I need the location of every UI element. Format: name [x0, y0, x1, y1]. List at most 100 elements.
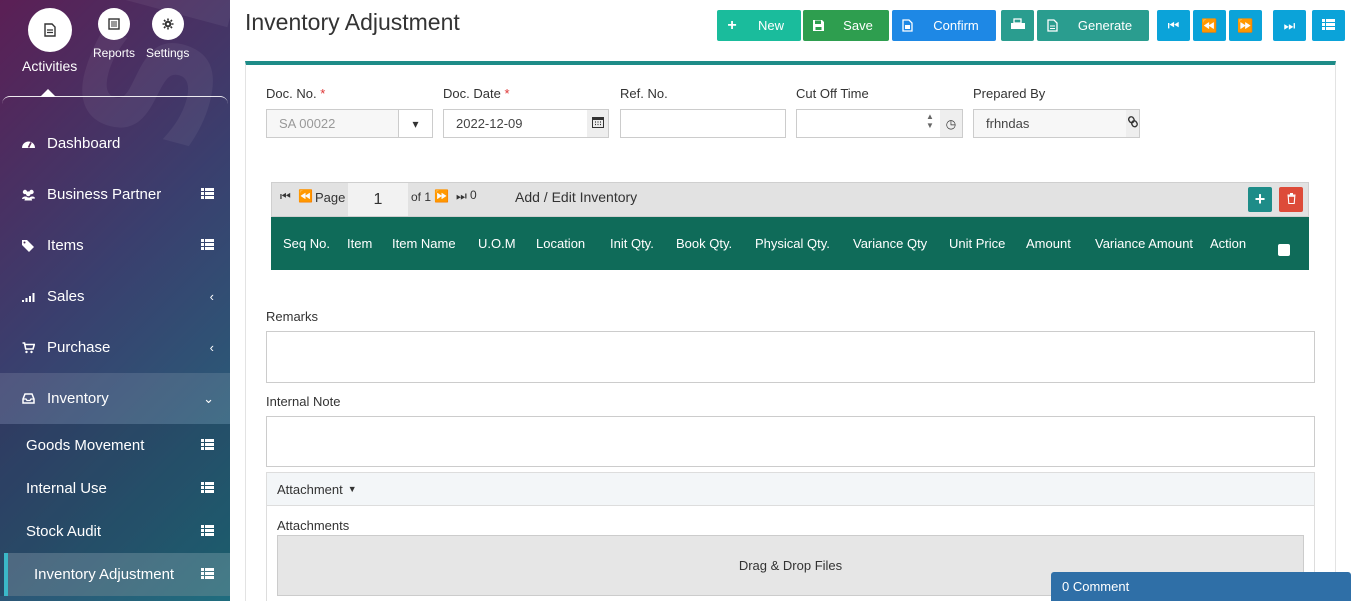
sidebar-item-internal-use[interactable]: Internal Use [0, 467, 230, 510]
tab-activities[interactable]: Activities [22, 8, 77, 74]
tab-reports-label: Reports [93, 46, 136, 60]
forward-icon: ⏩ [1237, 17, 1254, 33]
col-location[interactable]: Location [536, 236, 585, 251]
sidebar-item-label: Inventory [47, 390, 109, 407]
new-button[interactable]: + New [717, 10, 801, 41]
backward-icon: ⏪ [1201, 17, 1218, 33]
col-action[interactable]: Action [1210, 236, 1246, 251]
clock-button[interactable]: ◷ [940, 109, 963, 138]
record-count: 0 [470, 188, 477, 202]
col-item[interactable]: Item [347, 236, 372, 251]
sidebar-item-goods-movement[interactable]: Goods Movement [0, 424, 230, 467]
prepared-by-field[interactable]: frhndas [973, 109, 1127, 138]
list-icon [201, 480, 214, 497]
list-view-button[interactable] [1312, 10, 1345, 41]
col-item-name[interactable]: Item Name [392, 236, 456, 251]
spinner-down-icon: ▼ [926, 121, 934, 130]
doc-no-field[interactable]: SA 00022 [266, 109, 399, 138]
plus-icon: + [1254, 189, 1266, 209]
inbox-icon [20, 393, 36, 404]
internal-note-textarea[interactable] [266, 416, 1315, 467]
sidebar-item-label: Business Partner [47, 186, 162, 203]
divider [2, 96, 228, 104]
print-icon [1010, 18, 1026, 33]
inventory-submenu: Goods Movement Internal Use Stock Audit … [0, 424, 230, 596]
prepared-by-label: Prepared By [973, 86, 1046, 101]
page-label: Page [315, 190, 346, 205]
page-number-input[interactable]: 1 [348, 183, 408, 216]
cut-off-time-label: Cut Off Time [796, 86, 869, 101]
col-variance-amount[interactable]: Variance Amount [1095, 236, 1193, 251]
cut-off-time-field[interactable] [796, 109, 941, 138]
sidebar-item-label: Goods Movement [26, 437, 145, 454]
col-amount[interactable]: Amount [1026, 236, 1071, 251]
sidebar-item-label: Items [47, 237, 84, 254]
clock-icon: ◷ [945, 116, 957, 131]
doc-date-label: Doc. Date * [443, 86, 510, 101]
generate-button[interactable]: Generate [1037, 10, 1149, 41]
sidebar-item-business-partner[interactable]: Business Partner [0, 169, 230, 220]
tab-reports[interactable]: Reports [93, 8, 135, 60]
doc-no-dropdown[interactable]: ▾ [398, 109, 433, 138]
col-init-qty[interactable]: Init Qty. [610, 236, 654, 251]
col-uom[interactable]: U.O.M [478, 236, 516, 251]
grid-title: Add / Edit Inventory [515, 189, 638, 205]
confirm-button[interactable]: Confirm [892, 10, 996, 41]
file-text-icon [1037, 10, 1067, 41]
add-row-button[interactable]: + [1248, 187, 1272, 212]
last-page-icon[interactable]: ⏭ [456, 189, 467, 204]
file-check-icon [892, 10, 922, 41]
col-seq-no[interactable]: Seq No. [283, 236, 330, 251]
next-page-icon[interactable]: ⏩ [434, 189, 449, 203]
save-button[interactable]: Save [803, 10, 889, 41]
first-page-icon[interactable]: ⏮ [280, 189, 291, 204]
attachment-header-label: Attachment [277, 481, 343, 497]
doc-no-label: Doc. No. * [266, 86, 326, 101]
attachment-toggle[interactable]: Attachment ▼ [267, 473, 1314, 506]
sidebar-item-purchase[interactable]: Purchase ‹ [0, 322, 230, 373]
main-content: Inventory Adjustment + New Save Confirm … [230, 0, 1355, 601]
list-icon [1322, 18, 1335, 33]
spinner-up-icon: ▲ [926, 112, 934, 121]
chevron-left-icon: ‹ [209, 340, 214, 355]
print-button[interactable] [1001, 10, 1034, 41]
confirm-button-label: Confirm [933, 18, 979, 33]
ref-no-field[interactable] [620, 109, 786, 138]
col-physical-qty[interactable]: Physical Qty. [755, 236, 830, 251]
sidebar-item-stock-audit[interactable]: Stock Audit [0, 510, 230, 553]
sidebar-item-inventory[interactable]: Inventory ⌄ [0, 373, 230, 424]
sidebar-item-label: Purchase [47, 339, 111, 356]
delete-row-button[interactable] [1279, 187, 1303, 212]
prev-page-icon[interactable]: ⏪ [298, 189, 313, 203]
previous-record-button[interactable]: ⏪ [1193, 10, 1226, 41]
caret-down-icon: ▼ [347, 484, 357, 494]
select-all-checkbox[interactable] [1278, 244, 1290, 256]
sidebar-item-items[interactable]: Items [0, 220, 230, 271]
col-unit-price[interactable]: Unit Price [949, 236, 1005, 251]
tab-settings[interactable]: Settings [146, 8, 189, 60]
list-icon [201, 566, 214, 583]
sidebar-item-sales[interactable]: Sales ‹ [0, 271, 230, 322]
next-record-button[interactable]: ⏩ [1229, 10, 1262, 41]
users-icon [20, 189, 36, 201]
cart-icon [20, 341, 36, 354]
col-variance-qty[interactable]: Variance Qty [853, 236, 927, 251]
first-record-button[interactable]: ⏮ [1157, 10, 1190, 41]
col-book-qty[interactable]: Book Qty. [676, 236, 732, 251]
sidebar-item-inventory-adjustment[interactable]: Inventory Adjustment [4, 553, 230, 596]
remarks-textarea[interactable] [266, 331, 1315, 383]
list-icon [201, 523, 214, 540]
sidebar-nav: Dashboard Business Partner Items Sales ‹ [0, 118, 230, 596]
report-icon [98, 8, 131, 40]
internal-note-label: Internal Note [266, 394, 341, 409]
link-button[interactable] [1126, 109, 1140, 138]
remarks-label: Remarks [266, 309, 319, 324]
last-record-button[interactable]: ⏭ [1273, 10, 1306, 41]
calendar-button[interactable] [587, 109, 609, 138]
sidebar-item-label: Internal Use [26, 480, 107, 497]
time-spinner[interactable]: ▲ ▼ [926, 112, 934, 130]
comment-bar[interactable]: 0 Comment [1051, 572, 1351, 601]
sidebar-item-dashboard[interactable]: Dashboard [0, 118, 230, 169]
doc-date-field[interactable]: 2022-12-09 [443, 109, 588, 138]
list-icon [201, 437, 214, 454]
